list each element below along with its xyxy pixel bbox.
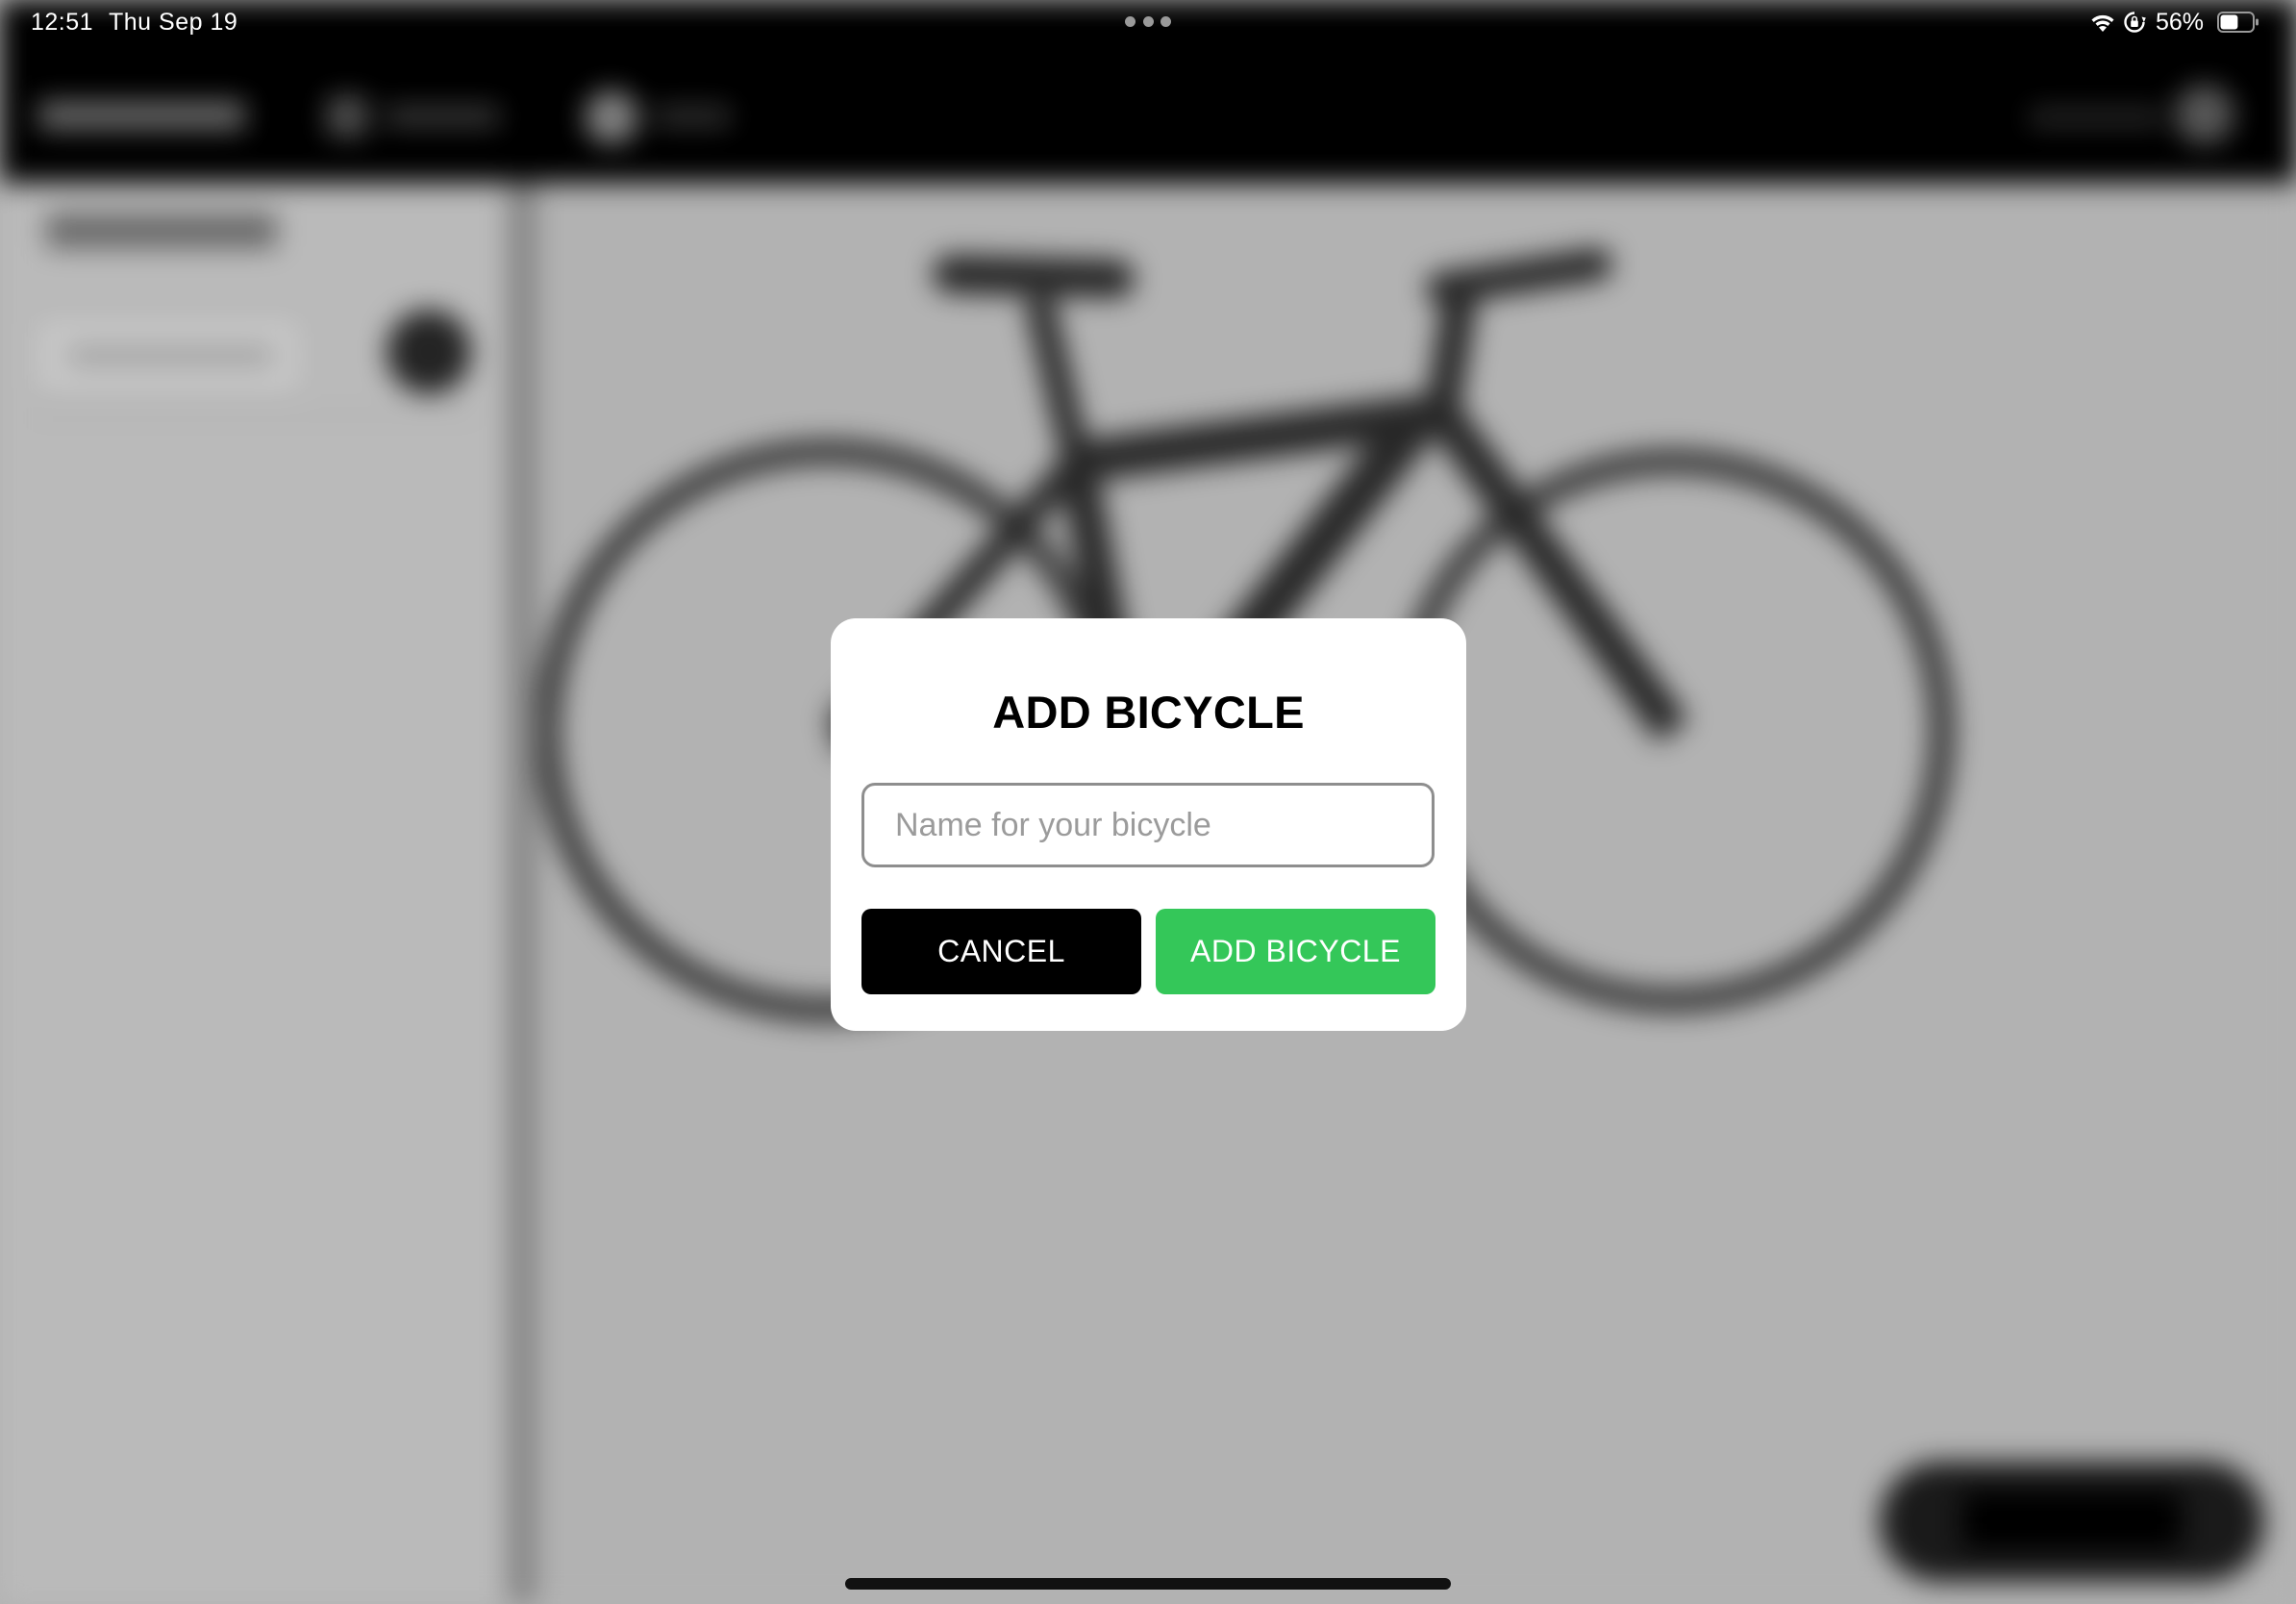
battery-percentage: 56% — [2156, 9, 2205, 36]
add-bicycle-button[interactable]: ADD BICYCLE — [1156, 909, 1435, 994]
battery-icon — [2217, 12, 2259, 33]
status-date: Thu Sep 19 — [109, 9, 238, 36]
orientation-lock-icon — [2124, 12, 2146, 33]
bicycle-name-input[interactable] — [861, 783, 1435, 867]
screen: 12:51 Thu Sep 19 56% ADD BICYCLE CANCE — [0, 0, 2296, 1604]
dialog-title: ADD BICYCLE — [992, 687, 1305, 738]
dot — [1142, 16, 1154, 27]
status-time: 12:51 — [31, 9, 94, 36]
multitasking-dots-icon[interactable] — [1125, 16, 1171, 28]
home-indicator[interactable] — [845, 1578, 1451, 1590]
wifi-icon — [2091, 14, 2114, 32]
dot — [1160, 16, 1171, 27]
status-bar: 12:51 Thu Sep 19 56% — [0, 0, 2296, 44]
dot — [1125, 16, 1136, 27]
add-bicycle-dialog: ADD BICYCLE CANCEL ADD BICYCLE — [831, 618, 1466, 1031]
cancel-button[interactable]: CANCEL — [861, 909, 1141, 994]
